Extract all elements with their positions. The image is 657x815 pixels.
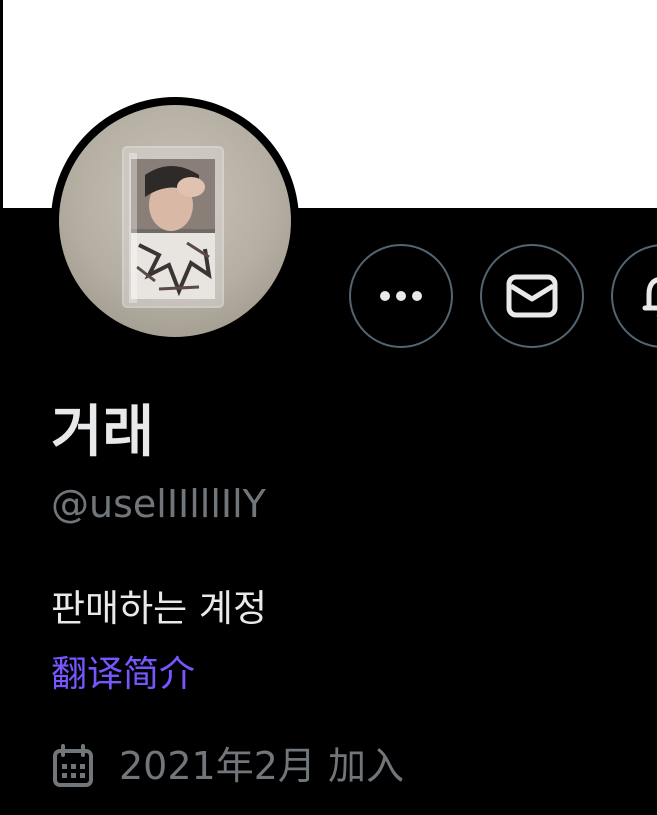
photocard-image bbox=[122, 146, 224, 308]
notifications-button[interactable] bbox=[611, 244, 657, 348]
avatar[interactable] bbox=[51, 97, 299, 345]
avatar-photo bbox=[59, 105, 291, 337]
display-name: 거래 bbox=[51, 400, 155, 465]
envelope-icon bbox=[506, 274, 558, 318]
user-handle: @uselIIlllIlY bbox=[51, 482, 266, 526]
profile-bio: 판매하는 계정 bbox=[51, 587, 268, 630]
bell-plus-icon bbox=[642, 277, 657, 316]
banner-left-edge bbox=[0, 0, 3, 208]
more-horizontal-icon bbox=[380, 291, 422, 301]
translate-bio-link[interactable]: 翻译简介 bbox=[51, 651, 195, 699]
join-date-text: 2021年2月 加入 bbox=[119, 744, 404, 788]
more-button[interactable] bbox=[349, 244, 453, 348]
profile-page: 거래 @uselIIlllIlY 판매하는 계정 翻译简介 2021年2月 加入 bbox=[0, 0, 657, 815]
message-button[interactable] bbox=[480, 244, 584, 348]
calendar-icon bbox=[51, 740, 101, 792]
join-date: 2021年2月 加入 bbox=[51, 740, 404, 792]
